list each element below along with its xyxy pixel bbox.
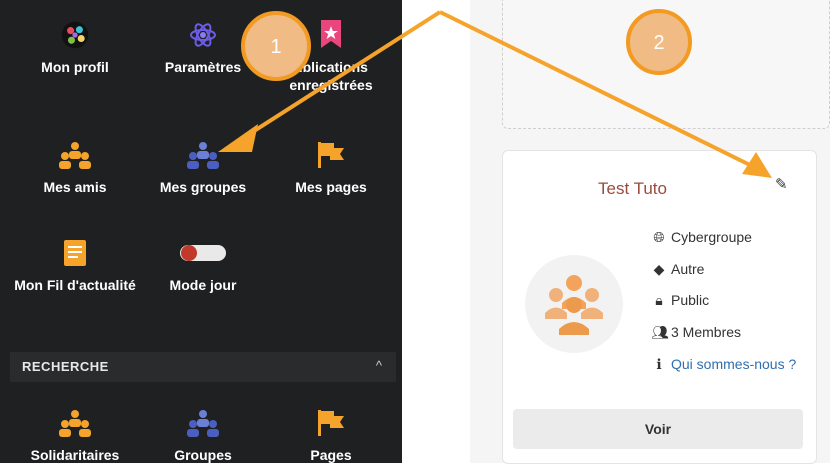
profile-avatar-icon	[61, 21, 89, 49]
tile-label: Mon profil	[41, 59, 109, 75]
tile-mes-amis[interactable]: Mes amis	[10, 140, 140, 196]
tile-parametres[interactable]: Paramètres	[138, 20, 268, 76]
bookmark-icon	[321, 20, 341, 48]
globe-icon: 🌐︎	[653, 229, 665, 245]
view-button[interactable]: Voir	[513, 409, 803, 449]
pencil-edit-icon[interactable]: ✎	[775, 175, 788, 193]
tile-mes-pages[interactable]: Mes pages	[266, 140, 396, 196]
tile-mode-jour[interactable]: Mode jour	[138, 238, 268, 294]
about-link[interactable]: ℹ Qui sommes-nous ?	[651, 356, 796, 373]
users-icon: 👥︎	[651, 324, 669, 340]
group-avatar	[525, 255, 623, 353]
lock-icon: 🔒︎	[655, 292, 663, 308]
friends-icon	[59, 142, 91, 169]
tile-mon-fil[interactable]: Mon Fil d'actualité	[10, 238, 140, 294]
settings-atom-icon	[190, 23, 216, 47]
sidebar-menu: Mon profil Paramètres ublications enregi…	[0, 0, 402, 463]
empty-dropzone	[502, 0, 830, 129]
group-category: 🌐︎ Cybergroupe	[651, 229, 752, 246]
tile-pages[interactable]: Pages	[266, 408, 396, 464]
tile-groupes[interactable]: Groupes	[138, 408, 268, 464]
tile-label: Solidaritaires	[30, 447, 120, 463]
tile-label: Mes amis	[43, 179, 107, 195]
flag-icon	[318, 410, 344, 436]
groups-icon	[187, 142, 219, 169]
tag-icon: ◆	[653, 261, 665, 277]
group-type: ◆ Autre	[651, 261, 705, 278]
tile-label: Paramètres	[164, 59, 242, 75]
tile-mon-profil[interactable]: Mon profil	[10, 20, 140, 76]
group-members: 👥︎ 3 Membres	[651, 324, 742, 340]
tile-label: Groupes	[174, 447, 232, 463]
group-privacy: 🔒︎ Public	[651, 292, 709, 309]
tile-label: Mode jour	[169, 277, 237, 293]
group-people-icon	[545, 275, 603, 335]
friends-icon	[59, 410, 91, 437]
tile-label: Pages	[310, 447, 352, 463]
groups-icon	[187, 410, 219, 437]
tile-solidaritaires[interactable]: Solidaritaires	[10, 408, 140, 464]
flag-icon	[318, 142, 344, 168]
tile-mes-groupes[interactable]: Mes groupes	[138, 140, 268, 196]
group-title[interactable]: Test Tuto	[598, 179, 667, 199]
section-title: RECHERCHE	[22, 359, 109, 374]
section-header-recherche[interactable]: RECHERCHE ^	[10, 352, 396, 382]
tile-label: Mes groupes	[159, 179, 247, 195]
tile-publications-enregistrees[interactable]: ublications enregistrées	[266, 20, 396, 94]
tile-label: Mes pages	[295, 179, 367, 195]
chevron-up-icon[interactable]: ^	[376, 358, 382, 373]
group-card: Test Tuto ✎ 🌐︎ Cybergroupe ◆ Autre 🔒︎ Publi…	[502, 150, 817, 464]
newsfeed-icon	[64, 240, 86, 266]
toggle-icon[interactable]	[179, 238, 227, 268]
tile-label: Mon Fil d'actualité	[14, 277, 136, 293]
info-icon: ℹ	[656, 356, 662, 372]
tile-label: ublications enregistrées	[289, 59, 373, 93]
